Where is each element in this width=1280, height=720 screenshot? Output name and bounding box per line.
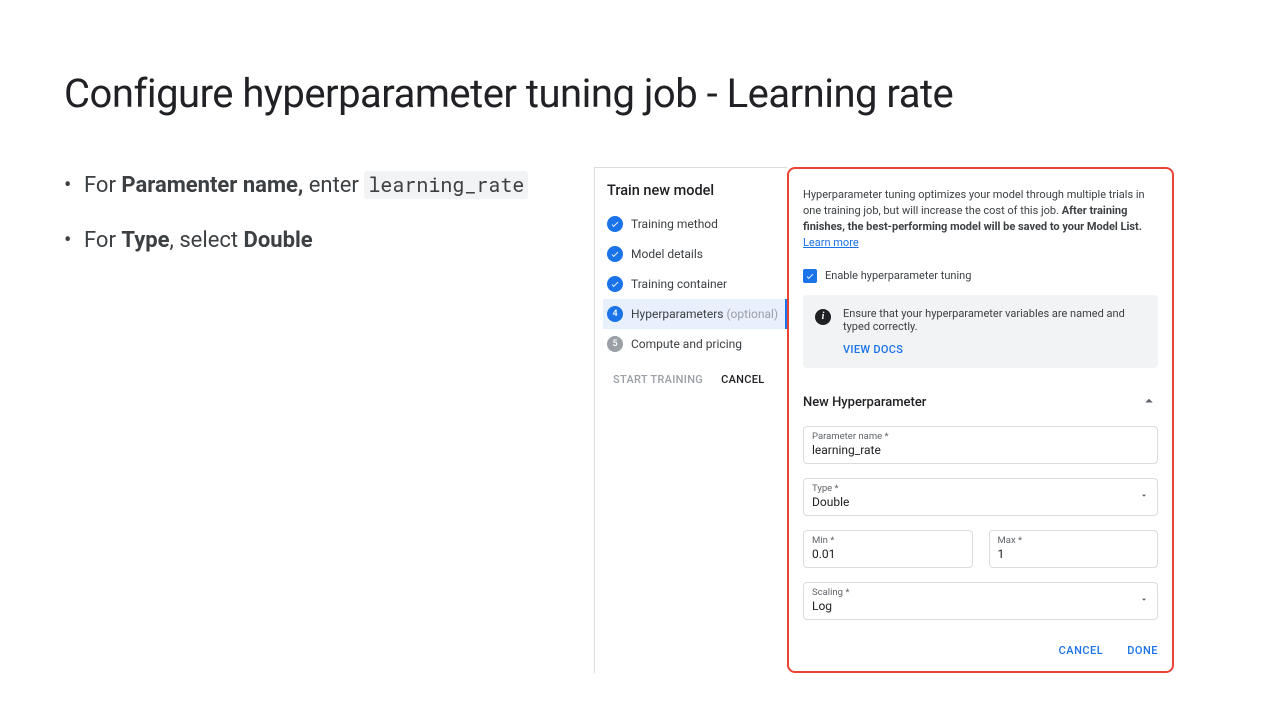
check-icon (607, 216, 623, 232)
text: , select (170, 228, 244, 253)
step-label: Model details (631, 247, 703, 261)
step-training-method[interactable]: Training method (603, 209, 787, 239)
bullet-param-name: For Paramenter name, enter learning_rate (84, 167, 564, 204)
stepper-heading: Train new model (607, 182, 787, 199)
check-icon (607, 246, 623, 262)
field-value: Double (812, 495, 1149, 509)
step-label: Compute and pricing (631, 337, 742, 351)
field-label: Scaling * (812, 587, 1149, 598)
step-number-icon: 4 (607, 306, 623, 322)
text: enter (303, 173, 364, 198)
page-title: Configure hyperparameter tuning job - Le… (64, 70, 1216, 117)
field-label: Type * (812, 483, 1149, 494)
info-icon: i (815, 309, 831, 325)
cancel-button[interactable]: CANCEL (721, 373, 764, 386)
instructions-list: For Paramenter name, enter learning_rate… (64, 167, 564, 673)
min-field[interactable]: Min * 0.01 (803, 530, 973, 568)
panel-description: Hyperparameter tuning optimizes your mod… (803, 187, 1158, 251)
parameter-name-field[interactable]: Parameter name * learning_rate (803, 426, 1158, 464)
start-training-button[interactable]: START TRAINING (613, 373, 703, 386)
step-number-icon: 5 (607, 336, 623, 352)
checkbox-checked-icon (803, 269, 817, 283)
type-select[interactable]: Type * Double (803, 478, 1158, 516)
step-compute-pricing[interactable]: 5 Compute and pricing (603, 329, 787, 359)
bullet-type: For Type, select Double (84, 222, 564, 259)
field-value: 0.01 (812, 547, 964, 561)
step-hyperparameters[interactable]: 4 Hyperparameters (optional) (603, 299, 787, 329)
stepper-sidebar: Train new model Training method Model de… (594, 167, 787, 673)
field-label: Min * (812, 535, 964, 546)
field-label: Parameter name * (812, 431, 1149, 442)
field-value: Log (812, 599, 1149, 613)
checkbox-label: Enable hyperparameter tuning (825, 269, 971, 282)
step-training-container[interactable]: Training container (603, 269, 787, 299)
panel-cancel-button[interactable]: CANCEL (1059, 644, 1104, 657)
text-strong: Paramenter name, (121, 173, 303, 198)
step-label: Training method (631, 217, 718, 231)
text-strong: Type (121, 228, 169, 253)
enable-tuning-checkbox-row[interactable]: Enable hyperparameter tuning (803, 269, 1158, 283)
panel-done-button[interactable]: DONE (1127, 644, 1158, 657)
chevron-up-icon (1140, 392, 1158, 414)
text: For (84, 173, 121, 198)
check-icon (607, 276, 623, 292)
hyperparameter-panel: Hyperparameter tuning optimizes your mod… (787, 167, 1174, 673)
learn-more-link[interactable]: Learn more (803, 236, 859, 249)
text-strong: Double (244, 228, 313, 253)
info-message: Ensure that your hyperparameter variable… (843, 307, 1146, 333)
section-title: New Hyperparameter (803, 395, 926, 410)
scaling-select[interactable]: Scaling * Log (803, 582, 1158, 620)
chevron-down-icon (1139, 490, 1149, 503)
screenshot: Train new model Training method Model de… (594, 167, 1174, 673)
view-docs-link[interactable]: VIEW DOCS (843, 343, 1146, 356)
step-label: Hyperparameters (optional) (631, 307, 778, 321)
code-learning-rate: learning_rate (364, 171, 528, 199)
info-box: i Ensure that your hyperparameter variab… (803, 295, 1158, 368)
field-value: learning_rate (812, 443, 1149, 457)
text: For (84, 228, 121, 253)
field-label: Max * (998, 535, 1150, 546)
chevron-down-icon (1139, 594, 1149, 607)
step-model-details[interactable]: Model details (603, 239, 787, 269)
max-field[interactable]: Max * 1 (989, 530, 1159, 568)
field-value: 1 (998, 547, 1150, 561)
new-hyperparameter-header[interactable]: New Hyperparameter (803, 392, 1158, 414)
step-label: Training container (631, 277, 727, 291)
